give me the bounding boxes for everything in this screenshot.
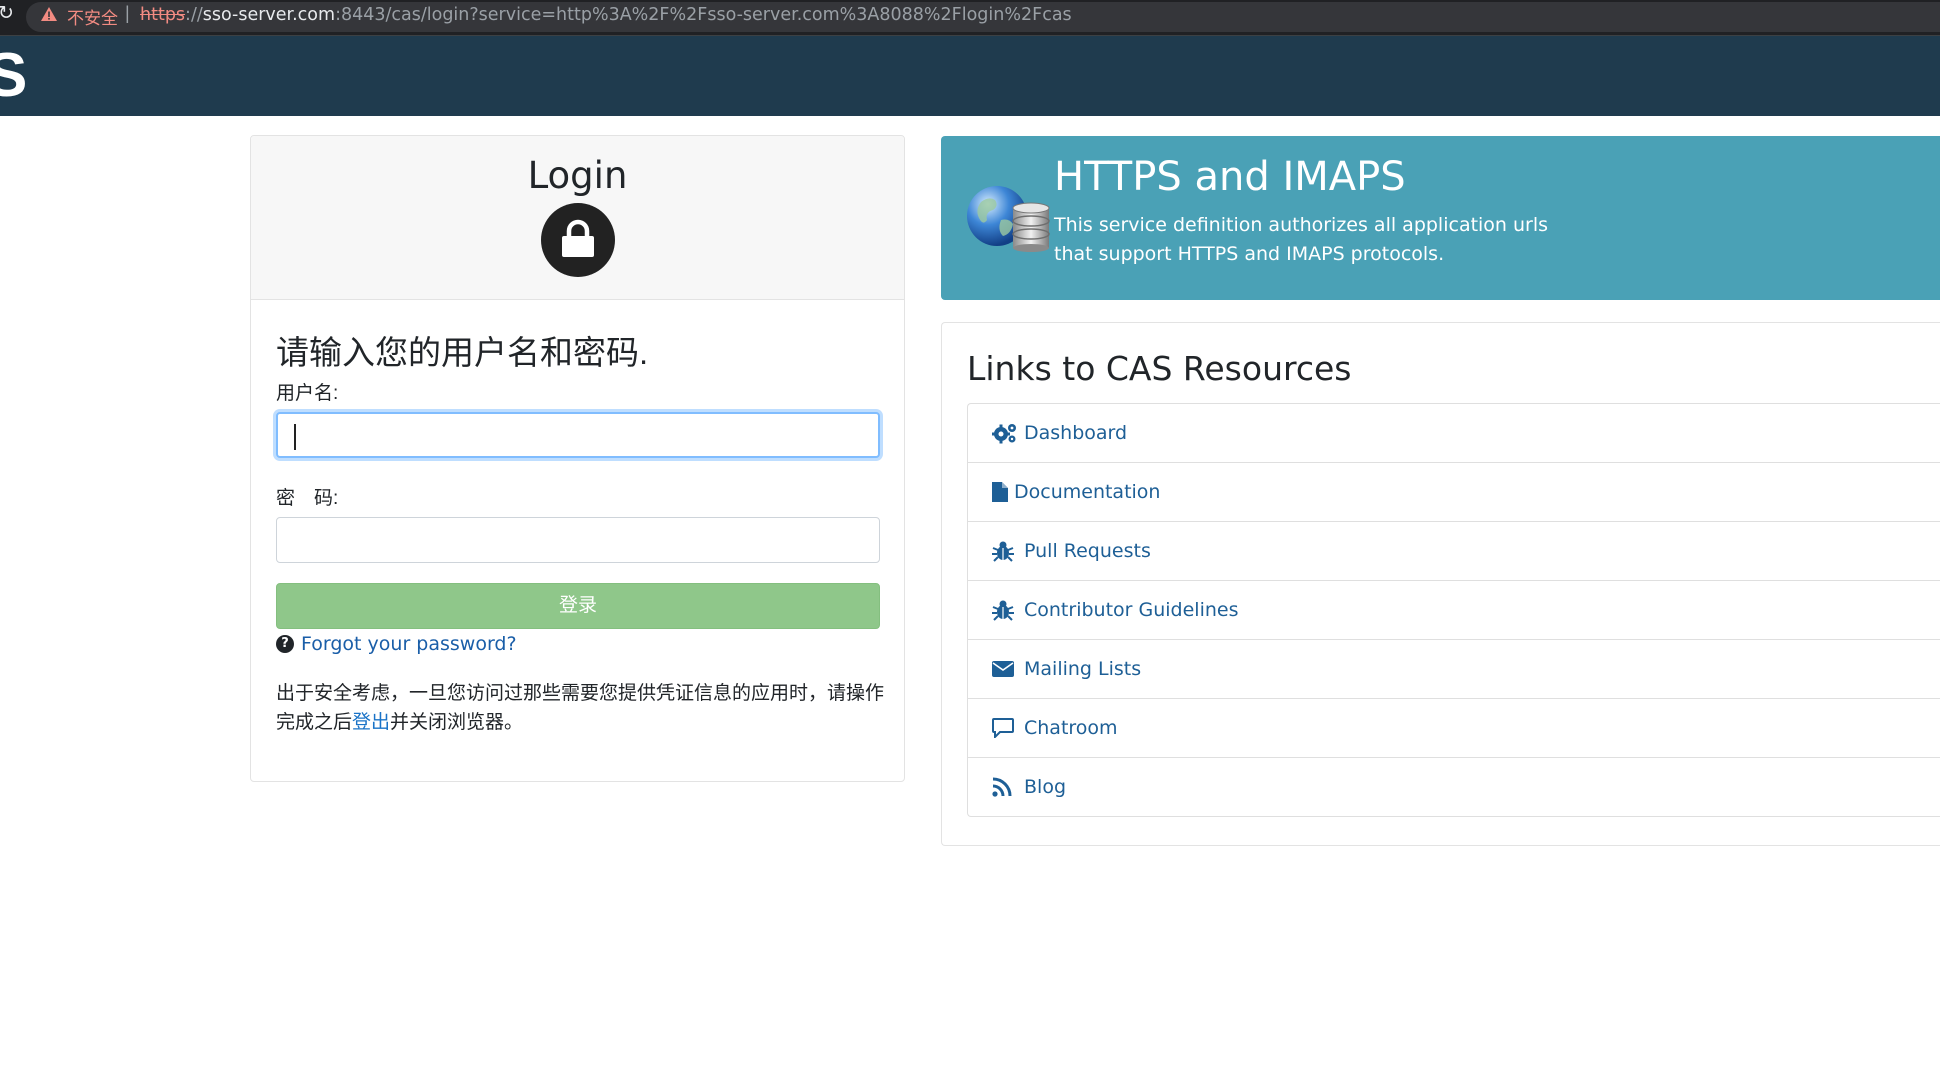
password-input[interactable] — [276, 517, 880, 563]
gears-icon — [992, 422, 1018, 444]
url-path: :8443/cas/login?service=http%3A%2F%2Fsso… — [335, 5, 1072, 25]
bug-icon — [992, 540, 1018, 562]
service-title: HTTPS and IMAPS — [1054, 154, 1406, 200]
logout-link[interactable]: 登出 — [352, 712, 390, 733]
login-title: Login — [527, 154, 628, 197]
login-submit-button[interactable]: 登录 — [276, 583, 880, 629]
text-caret — [294, 424, 296, 450]
resource-link-pull-requests[interactable]: Pull Requests — [968, 522, 1940, 581]
security-status-label[interactable]: 不安全 — [67, 4, 118, 29]
browser-address-bar: ↻ 不安全 | https://sso-server.com:8443/cas/… — [0, 0, 1940, 36]
security-notice: 出于安全考虑，一旦您访问过那些需要您提供凭证信息的应用时，请操作完成之后登出并关… — [276, 679, 886, 737]
username-input[interactable] — [276, 412, 880, 458]
forgot-password-link[interactable]: ? Forgot your password? — [276, 633, 517, 655]
resource-link-dashboard[interactable]: Dashboard — [968, 404, 1940, 463]
url-scheme: https — [140, 5, 186, 25]
resource-label: Contributor Guidelines — [1024, 599, 1239, 621]
url-host: sso-server.com — [202, 5, 336, 25]
url-text[interactable]: https://sso-server.com:8443/cas/login?se… — [140, 5, 1072, 25]
login-prompt: 请输入您的用户名和密码. — [276, 334, 649, 371]
resource-label: Pull Requests — [1024, 540, 1151, 562]
resource-label: Mailing Lists — [1024, 658, 1142, 680]
resource-label: Documentation — [1014, 481, 1161, 503]
forgot-password-label: Forgot your password? — [301, 633, 517, 655]
envelope-icon — [992, 658, 1018, 680]
login-card-header: Login — [251, 136, 904, 300]
resource-label: Blog — [1024, 776, 1066, 798]
resources-title: Links to CAS Resources — [967, 349, 1352, 388]
bug-icon — [992, 599, 1018, 621]
resources-list: Dashboard Documentation Pull Requests Co… — [967, 403, 1940, 817]
resource-link-mailing-lists[interactable]: Mailing Lists — [968, 640, 1940, 699]
service-description: This service definition authorizes all a… — [1054, 214, 1549, 265]
globe-database-icon — [967, 186, 1050, 252]
question-circle-icon: ? — [276, 635, 294, 653]
notice-text-after: 并关闭浏览器。 — [390, 712, 524, 733]
cas-header: S — [0, 36, 1940, 116]
rss-icon — [992, 776, 1018, 798]
lock-icon — [540, 203, 615, 277]
username-label: 用户名: — [276, 383, 339, 404]
resource-label: Dashboard — [1024, 422, 1128, 444]
service-banner: HTTPS and IMAPS This service definition … — [941, 136, 1940, 300]
chat-bubble-icon — [992, 717, 1018, 739]
url-scheme-separator: :// — [185, 5, 203, 25]
cas-logo[interactable]: S — [0, 40, 27, 111]
reload-icon[interactable]: ↻ — [0, 2, 14, 24]
resources-card: Links to CAS Resources Dashboard Documen… — [941, 322, 1940, 846]
file-icon — [992, 481, 1008, 503]
resource-link-chatroom[interactable]: Chatroom — [968, 699, 1940, 758]
warning-triangle-icon[interactable] — [40, 4, 58, 24]
resource-label: Chatroom — [1024, 717, 1118, 739]
password-label: 密 码: — [276, 488, 339, 509]
resource-link-contributor-guidelines[interactable]: Contributor Guidelines — [968, 581, 1940, 640]
omnibox-separator: | — [125, 3, 130, 23]
resource-link-blog[interactable]: Blog — [968, 758, 1940, 816]
login-card: Login 请输入您的用户名和密码. 用户名: 密 码: 登录 ? Forgot… — [250, 135, 905, 782]
resource-link-documentation[interactable]: Documentation — [968, 463, 1940, 522]
